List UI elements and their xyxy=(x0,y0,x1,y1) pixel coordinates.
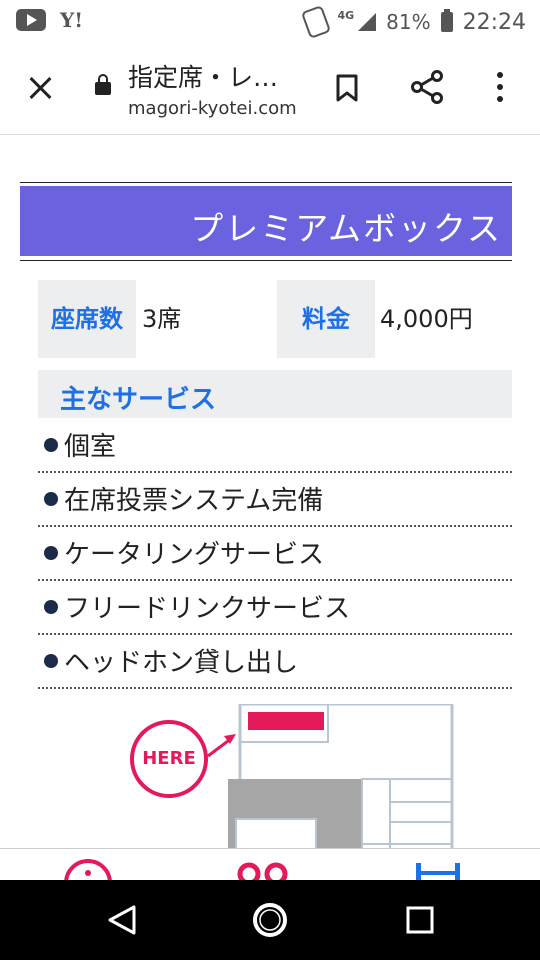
signal-icon xyxy=(358,13,377,31)
battery-percent: 81% xyxy=(386,10,431,34)
nav-view[interactable] xyxy=(180,849,360,881)
nav-info[interactable] xyxy=(0,849,180,881)
bullet-icon xyxy=(44,492,58,506)
service-text: 在席投票システム完備 xyxy=(64,486,324,516)
share-icon[interactable] xyxy=(410,70,444,104)
youtube-icon xyxy=(16,9,46,31)
yahoo-icon: Y! xyxy=(60,8,84,32)
bullet-icon xyxy=(44,600,58,614)
home-icon[interactable] xyxy=(230,880,310,960)
info-icon[interactable] xyxy=(0,849,180,881)
seat-type-banner: プレミアムボックス xyxy=(20,186,512,256)
banner-title: プレミアムボックス xyxy=(190,209,502,248)
bullet-icon xyxy=(44,438,58,452)
seat-icon[interactable] xyxy=(360,849,540,881)
service-text: 個室 xyxy=(64,432,117,462)
seats-label: 座席数 xyxy=(38,280,136,358)
network-type: 4G xyxy=(337,8,355,22)
lock-icon[interactable] xyxy=(95,74,111,95)
service-text: ケータリングサービス xyxy=(64,540,325,570)
bottom-nav xyxy=(0,848,540,881)
status-bar: Y! 4G 81% 22:24 xyxy=(0,0,540,42)
more-vert-icon[interactable] xyxy=(492,72,508,106)
url-text[interactable]: magori-kyotei.com xyxy=(128,98,297,119)
price-value: 4,000円 xyxy=(380,305,473,333)
list-item: 在席投票システム完備 xyxy=(38,472,512,527)
list-item: フリードリンクサービス xyxy=(38,580,512,635)
bookmark-icon[interactable] xyxy=(336,74,358,102)
list-item: 個室 xyxy=(38,418,512,473)
list-item: ヘッドホン貸し出し xyxy=(38,634,512,689)
page-title[interactable]: 指定席・レ… xyxy=(128,58,278,94)
seats-value: 3席 xyxy=(142,305,182,333)
bullet-icon xyxy=(44,654,58,668)
close-icon[interactable] xyxy=(24,72,56,104)
services-header: 主なサービス xyxy=(38,370,512,418)
service-text: ヘッドホン貸し出し xyxy=(64,648,299,678)
back-icon[interactable] xyxy=(80,880,160,960)
list-item: ケータリングサービス xyxy=(38,526,512,581)
battery-icon xyxy=(440,9,453,32)
services-title: 主なサービス xyxy=(60,385,217,415)
system-nav-bar xyxy=(0,880,540,960)
service-text: フリードリンクサービス xyxy=(64,594,351,624)
bullet-icon xyxy=(44,546,58,560)
divider xyxy=(20,182,512,183)
nav-seats[interactable] xyxy=(360,849,540,881)
price-label: 料金 xyxy=(277,280,375,358)
clock: 22:24 xyxy=(462,9,526,35)
nfc-icon xyxy=(301,5,332,39)
divider xyxy=(20,260,512,261)
browser-toolbar: 指定席・レ… magori-kyotei.com xyxy=(0,42,540,135)
glasses-icon[interactable] xyxy=(180,849,360,881)
recents-icon[interactable] xyxy=(380,880,460,960)
